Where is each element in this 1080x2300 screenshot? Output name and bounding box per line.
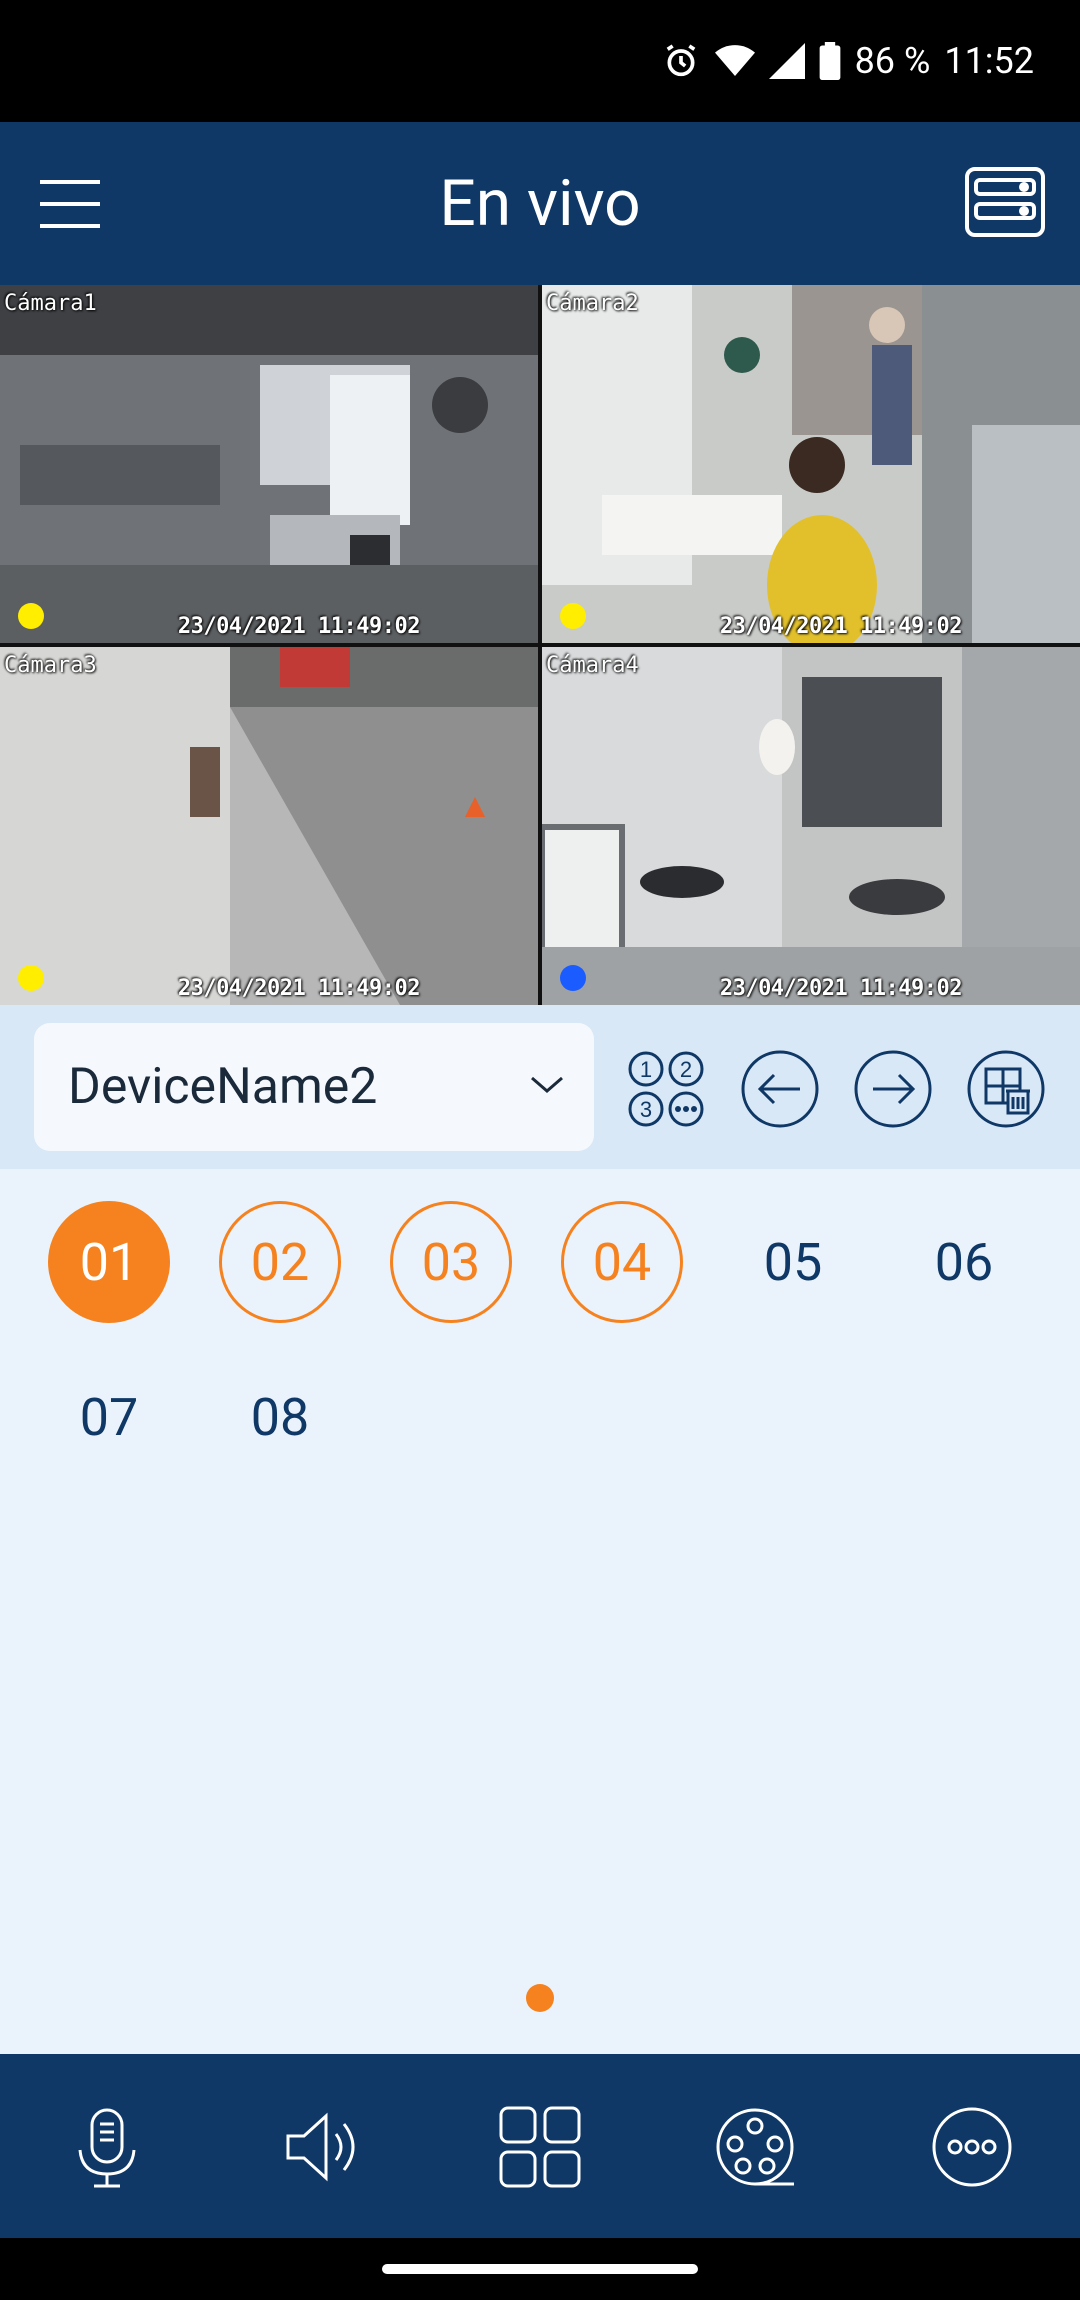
camera-label: Cámara2 [546, 291, 639, 316]
previous-arrow-icon[interactable] [740, 1049, 820, 1129]
camera-status-dot [18, 603, 44, 629]
svg-text:2: 2 [680, 1057, 692, 1082]
svg-text:3: 3 [640, 1097, 652, 1122]
device-select[interactable]: DeviceName2 [34, 1023, 594, 1151]
camera-timestamp: 23/04/2021 11:49:02 [177, 976, 421, 1001]
svg-text:1: 1 [640, 1057, 652, 1082]
camera-timestamp: 23/04/2021 11:49:02 [719, 614, 963, 639]
channel-button[interactable]: 07 [48, 1356, 170, 1478]
camera-grid: Cámara1 23/04/2021 11:49:02 Cámara2 23/0… [0, 285, 1080, 1005]
clear-layout-icon[interactable] [966, 1049, 1046, 1129]
wifi-icon [714, 43, 755, 79]
next-arrow-icon[interactable] [853, 1049, 933, 1129]
bottom-toolbar [0, 2054, 1080, 2238]
channel-numbers-icon[interactable]: 1 2 3 [626, 1049, 706, 1129]
status-bar: 86 % 11:52 [0, 0, 1080, 122]
page-indicator-dot [526, 1984, 554, 2012]
camera-label: Cámara4 [546, 653, 639, 678]
layout-grid-icon[interactable] [495, 2102, 585, 2192]
channel-button[interactable]: 04 [561, 1201, 683, 1323]
channel-button[interactable]: 06 [903, 1201, 1025, 1323]
channel-button[interactable]: 05 [732, 1201, 854, 1323]
channel-button[interactable]: 02 [219, 1201, 341, 1323]
home-gesture-handle[interactable] [382, 2264, 698, 2274]
device-list-icon[interactable] [964, 166, 1046, 238]
channel-grid: 01 02 03 04 05 06 07 08 [0, 1169, 1080, 2054]
speaker-icon[interactable] [276, 2102, 366, 2192]
camera-timestamp: 23/04/2021 11:49:02 [719, 976, 963, 1001]
menu-icon[interactable] [40, 178, 106, 230]
chevron-down-icon [531, 1076, 563, 1093]
channel-button[interactable]: 03 [390, 1201, 512, 1323]
camera-status-dot [560, 603, 586, 629]
control-panel: DeviceName2 1 2 3 [0, 1005, 1080, 1169]
camera-timestamp: 23/04/2021 11:49:02 [177, 614, 421, 639]
camera-status-dot [18, 965, 44, 991]
signal-icon [768, 43, 805, 79]
more-icon[interactable] [927, 2102, 1017, 2192]
camera-status-dot [560, 965, 586, 991]
camera-label: Cámara3 [4, 653, 97, 678]
battery-percent: 86 % [854, 40, 931, 82]
camera-view-3[interactable]: Cámara3 23/04/2021 11:49:02 [0, 647, 538, 1005]
battery-icon [819, 42, 841, 80]
device-select-value: DeviceName2 [68, 1058, 378, 1116]
system-navigation-bar [0, 2238, 1080, 2300]
clock: 11:52 [944, 40, 1034, 82]
page-title: En vivo [439, 166, 641, 241]
app-bar: En vivo [0, 122, 1080, 285]
channel-button[interactable]: 01 [48, 1201, 170, 1323]
record-film-icon[interactable] [710, 2102, 800, 2192]
camera-view-1[interactable]: Cámara1 23/04/2021 11:49:02 [0, 285, 538, 643]
camera-label: Cámara1 [4, 291, 97, 316]
alarm-icon [661, 41, 701, 81]
microphone-icon[interactable] [62, 2102, 152, 2192]
channel-button[interactable]: 08 [219, 1356, 341, 1478]
camera-view-4[interactable]: Cámara4 23/04/2021 11:49:02 [542, 647, 1080, 1005]
camera-view-2[interactable]: Cámara2 23/04/2021 11:49:02 [542, 285, 1080, 643]
